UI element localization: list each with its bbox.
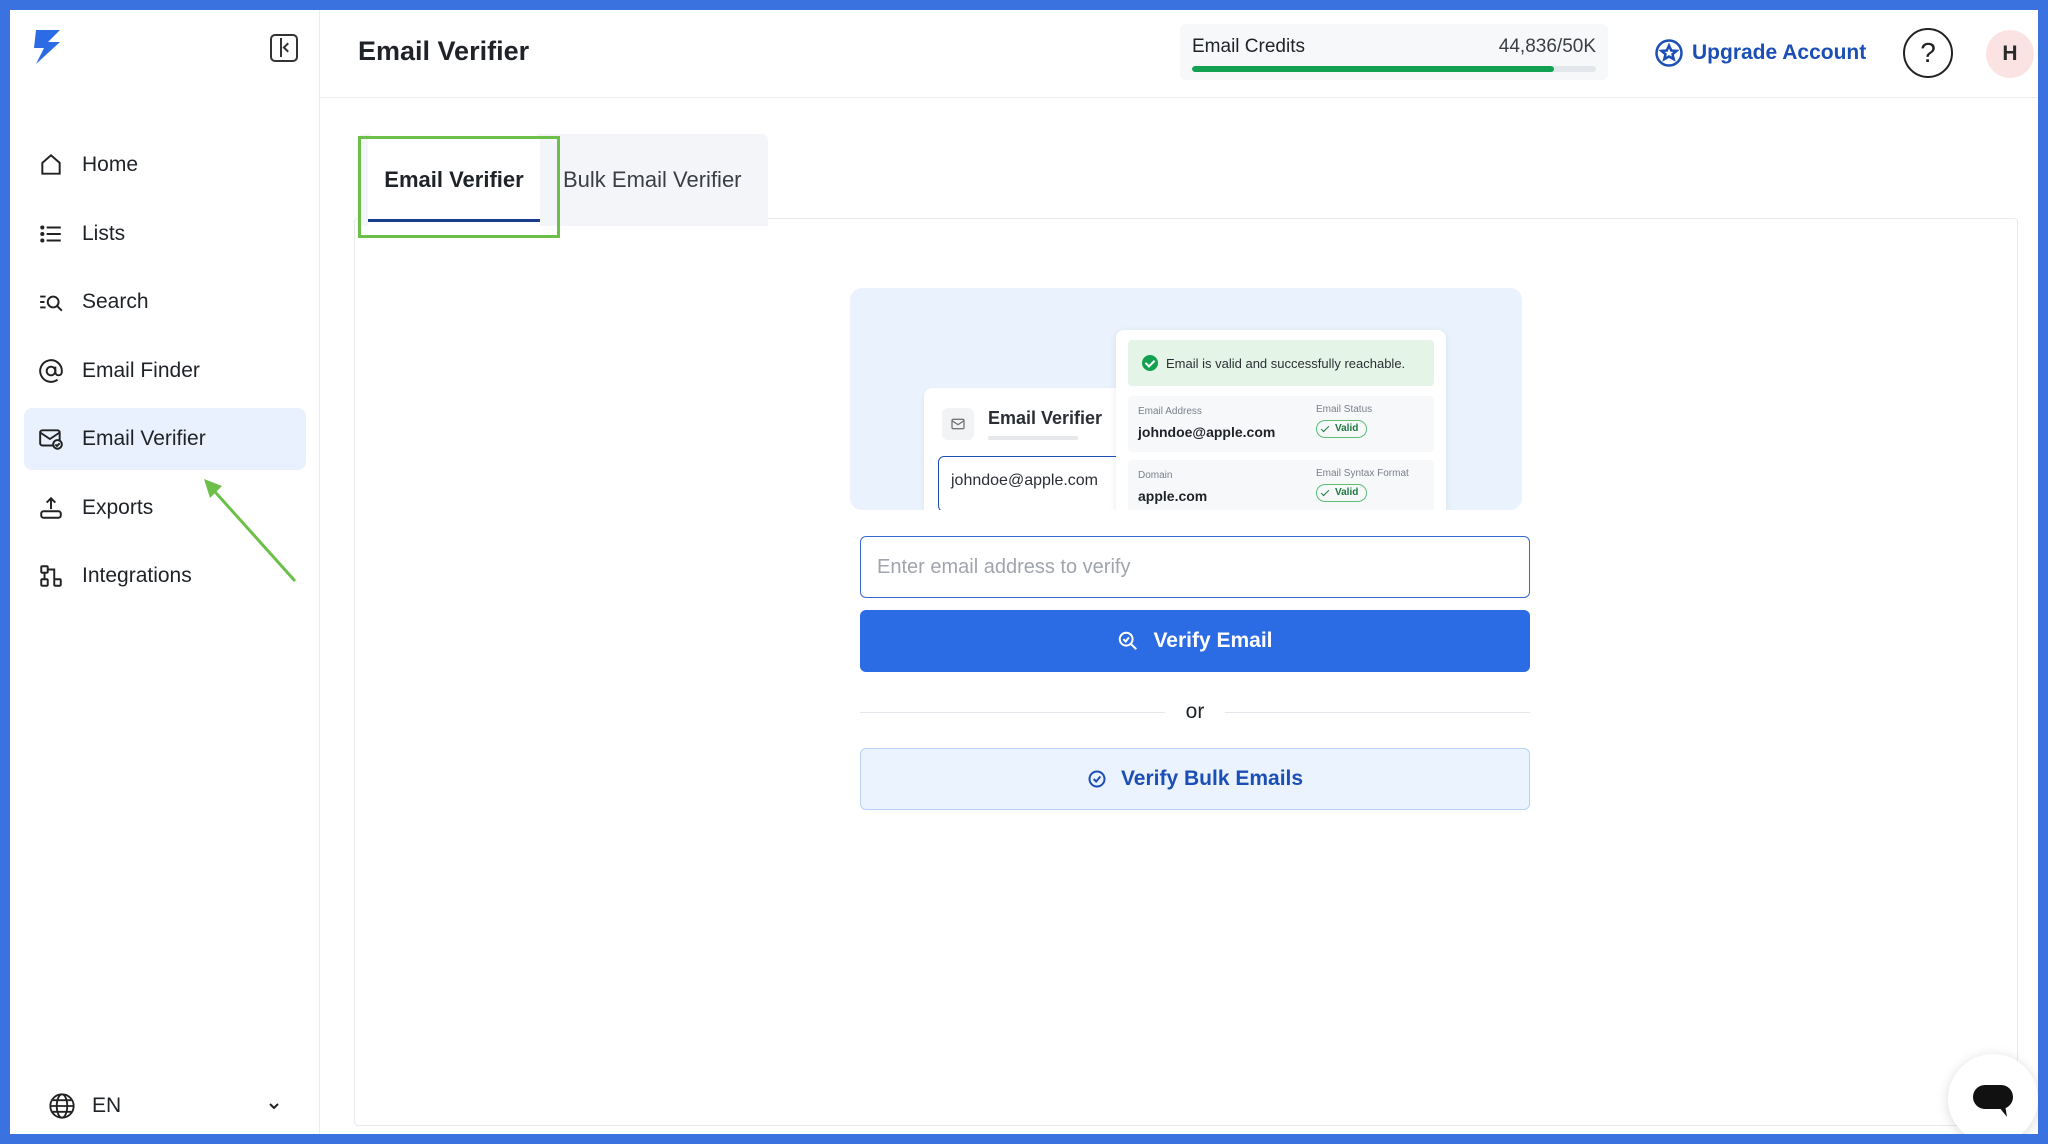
or-divider: or [860,698,1530,728]
credits-progress-bar [1192,66,1596,72]
avatar[interactable]: H [1986,30,2034,78]
sidebar-item-integrations[interactable]: Integrations [24,545,306,607]
verify-bulk-emails-button[interactable]: Verify Bulk Emails [860,748,1530,810]
sidebar-nav: Home Lists Search Email Finder Email Ver… [24,134,306,614]
illustration-result-card: Email is valid and successfully reachabl… [1116,330,1446,510]
avatar-initial: H [2002,42,2018,65]
tab-bulk-email-verifier[interactable]: Bulk Email Verifier [563,134,742,226]
valid-banner: Email is valid and successfully reachabl… [1128,340,1434,386]
credits-progress-fill [1192,66,1555,72]
sidebar-item-label: Lists [82,221,126,245]
credits-count: 44,836/50K [1498,36,1596,57]
sidebar-item-search[interactable]: Search [24,271,306,333]
help-icon: ? [1920,37,1936,68]
upgrade-label: Upgrade Account [1692,41,1867,64]
collapse-sidebar-icon[interactable] [270,34,298,62]
status-badge: Valid [1316,420,1368,438]
sidebar-item-label: Email Verifier [82,427,206,450]
sidebar-item-email-finder[interactable]: Email Finder [24,340,306,402]
sidebar-item-lists[interactable]: Lists [24,203,306,265]
sidebar-item-label: Integrations [82,564,192,587]
chevron-down-icon [269,1103,279,1110]
page-title: Email Verifier [358,36,530,66]
search-check-icon [1119,631,1138,650]
export-icon [38,495,64,521]
verify-email-button[interactable]: Verify Email [860,610,1530,672]
mail-icon [942,408,974,440]
logo-icon[interactable] [28,26,68,66]
app-window: Home Lists Search Email Finder Email Ver… [10,10,2038,1134]
illustration-row: Domain apple.com Email Syntax Format Val… [1128,460,1434,510]
sidebar-item-home[interactable]: Home [24,134,306,196]
valid-banner-text: Email is valid and successfully reachabl… [1166,355,1406,371]
mail-check-icon [38,426,64,452]
sidebar-item-email-verifier[interactable]: Email Verifier [24,408,306,470]
chat-widget-button[interactable] [1948,1054,2038,1134]
sidebar-item-label: Search [82,290,149,313]
tab-label: Email Verifier [384,167,524,192]
credits-label: Email Credits [1192,36,1305,57]
sidebar-item-label: Exports [82,495,154,519]
upgrade-account-button[interactable]: Upgrade Account [1654,38,1866,68]
chat-icon [1973,1085,2013,1117]
language-label: EN [92,1094,122,1117]
illustration-row: Email Address johndoe@apple.com Email St… [1128,396,1434,452]
check-circle-icon [1088,770,1106,788]
at-sign-icon [38,358,64,384]
sidebar-item-label: Home [82,153,139,176]
verifier-illustration: Email Verifier johndoe@apple.com Email i… [850,288,1522,510]
active-tab-indicator [368,219,540,222]
row-status-label: Email Syntax Format [1316,468,1409,479]
home-icon [38,152,64,178]
row-status-label: Email Status [1316,404,1373,415]
verify-email-label: Verify Email [1153,629,1273,652]
integrations-icon [38,563,64,589]
illustration-card-title: Email Verifier [988,408,1103,428]
row-value: apple.com [1138,488,1208,504]
email-credits: Email Credits 44,836/50K [1180,24,1608,80]
tab-label: Bulk Email Verifier [563,167,742,192]
language-selector[interactable]: EN [48,1092,280,1120]
search-icon [38,289,64,315]
sidebar-item-exports[interactable]: Exports [24,477,306,539]
verify-bulk-label: Verify Bulk Emails [1120,767,1304,790]
help-button[interactable]: ? [1903,28,1953,78]
tab-email-verifier[interactable]: Email Verifier [368,134,540,226]
status-badge: Valid [1316,484,1368,502]
sidebar-item-label: Email Finder [82,358,200,382]
list-icon [38,221,64,247]
row-label: Email Address [1138,406,1202,417]
check-circle-icon [1142,355,1158,371]
email-input[interactable] [860,536,1530,598]
tab-bar: Email Verifier Bulk Email Verifier [358,134,768,226]
illustration-divider [988,436,1078,440]
row-value: johndoe@apple.com [1138,424,1276,440]
sidebar: Home Lists Search Email Finder Email Ver… [10,10,320,1134]
star-badge-icon [1655,39,1683,67]
top-header: Email Verifier Email Credits 44,836/50K … [320,10,2038,98]
row-label: Domain [1138,470,1173,481]
globe-icon [49,1093,75,1119]
